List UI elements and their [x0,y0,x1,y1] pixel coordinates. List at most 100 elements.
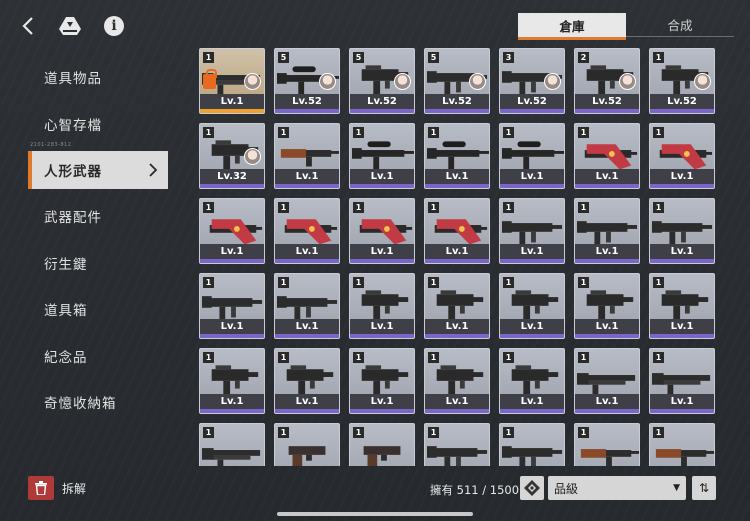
sort-dropdown[interactable]: 品級 ▼ [548,476,686,500]
rarity-bar [650,184,714,188]
weapon-card[interactable]: 1Lv.1 [499,123,565,189]
sidebar-item-label: 人形武器 [44,164,102,180]
weapon-card[interactable]: 1Lv.1 [649,423,715,466]
sidebar-item-label: 道具物品 [44,71,102,88]
weapon-card[interactable]: 2 Lv.52 [574,48,640,114]
sidebar-item-items[interactable]: 道具物品 [28,54,168,101]
info-button[interactable]: i [96,8,132,44]
tab-bar: 倉庫 合成 [518,13,734,40]
weapon-card[interactable]: 1Lv.1 [274,423,340,466]
back-button[interactable] [10,8,46,44]
weapon-card[interactable]: 1Lv.1 [349,198,415,264]
weapon-card[interactable]: 1Lv.1 [199,348,265,414]
weapon-card[interactable]: 1Lv.1 [649,348,715,414]
weapon-card[interactable]: 1 Lv.1 [424,348,490,414]
weapon-card[interactable]: 1 Lv.52 [649,48,715,114]
rarity-bar [200,109,264,113]
weapon-level: Lv.1 [350,244,414,259]
rarity-bar [650,259,714,263]
weapon-stack-count: 5 [428,52,439,63]
weapon-card[interactable]: 1Lv.1 [424,273,490,339]
weapon-card[interactable]: 5 Lv.52 [349,48,415,114]
weapon-card[interactable]: 1Lv.1 [499,348,565,414]
sidebar-item-item-boxes[interactable]: 道具箱 [28,286,168,333]
drive-button[interactable] [52,8,88,44]
weapon-card[interactable]: 1Lv.1 [574,198,640,264]
weapon-card[interactable]: 1Lv.1 [574,123,640,189]
weapon-stack-count: 1 [203,127,214,138]
rarity-bar [575,184,639,188]
weapon-level: Lv.52 [500,94,564,109]
sidebar-item-souvenirs[interactable]: 紀念品 [28,333,168,380]
weapon-card[interactable]: 1Lv.1 [649,123,715,189]
weapon-card[interactable]: 1Lv.1 [649,198,715,264]
sidebar-item-memory-storage[interactable]: 奇憶收納箱 [28,379,168,426]
weapon-card[interactable]: 1Lv.1 [274,348,340,414]
weapon-level: Lv.32 [200,169,264,184]
weapon-card[interactable]: 1Lv.1 [349,123,415,189]
weapon-card[interactable]: 1Lv.1 [499,423,565,466]
weapon-level: Lv.1 [575,169,639,184]
filter-button[interactable] [520,476,544,500]
dismantle-button[interactable] [28,476,54,500]
weapon-stack-count: 1 [203,277,214,288]
weapon-stack-count: 1 [653,52,664,63]
triangle-down-icon: ▼ [673,483,680,493]
weapon-stack-count: 1 [278,277,289,288]
tab-synthesis[interactable]: 合成 [626,13,734,37]
sidebar-item-weapon-attachments[interactable]: 武器配件 [28,193,168,240]
weapon-level: Lv.1 [350,394,414,409]
weapon-card[interactable]: 1Lv.1 [274,273,340,339]
weapon-level: Lv.1 [200,319,264,334]
weapon-card[interactable]: 1Lv.1 [199,423,265,466]
sort-order-button[interactable]: ⇅ [692,476,716,500]
weapon-card[interactable]: 1Lv.1 [424,198,490,264]
weapon-card[interactable]: 1Lv.1 [574,273,640,339]
weapon-card[interactable]: 1Lv.1 [349,348,415,414]
weapon-level: Lv.1 [275,394,339,409]
rarity-bar [350,109,414,113]
weapon-stack-count: 5 [353,52,364,63]
weapon-card[interactable]: 1Lv.1 [499,198,565,264]
weapon-card[interactable]: 5 Lv.52 [424,48,490,114]
weapon-card[interactable]: 3 Lv.52 [499,48,565,114]
rarity-bar [200,184,264,188]
sidebar-item-mind-archive[interactable]: 心智存檔 [28,101,168,148]
weapon-stack-count: 1 [503,202,514,213]
rarity-bar [200,409,264,413]
tab-warehouse[interactable]: 倉庫 [518,13,626,40]
weapon-level: Lv.1 [650,394,714,409]
weapon-card[interactable]: 1Lv.1 [574,348,640,414]
weapon-card[interactable]: 5 Lv.52 [274,48,340,114]
weapon-card[interactable]: 1Lv.1 [274,198,340,264]
weapon-level: Lv.1 [425,244,489,259]
weapon-card[interactable]: 1Lv.1 [574,423,640,466]
weapon-level: Lv.1 [425,169,489,184]
rarity-bar [500,184,564,188]
rarity-bar [425,109,489,113]
sidebar-item-doll-weapons[interactable]: 人形武器 [28,151,168,189]
rarity-bar [425,184,489,188]
weapon-stack-count: 1 [428,352,439,363]
dismantle-label[interactable]: 拆解 [62,480,86,497]
sidebar-item-derivative-keys[interactable]: 衍生鍵 [28,240,168,287]
weapon-card[interactable]: 1Lv.1 [424,423,490,466]
weapon-card[interactable]: 1Lv.1 [199,48,265,114]
weapon-stack-count: 1 [278,202,289,213]
weapon-card[interactable]: 1Lv.1 [274,123,340,189]
weapon-card[interactable]: 1 Lv.1 [199,273,265,339]
weapon-card[interactable]: 1Lv.1 [349,423,415,466]
weapon-level: Lv.1 [425,394,489,409]
weapon-card[interactable]: 1 Lv.32 [199,123,265,189]
weapon-stack-count: 1 [578,352,589,363]
weapon-card[interactable]: 1Lv.1 [424,123,490,189]
weapon-card[interactable]: 1Lv.1 [349,273,415,339]
weapon-card[interactable]: 1Lv.1 [199,198,265,264]
weapon-card[interactable]: 1Lv.1 [649,273,715,339]
weapon-stack-count: 1 [503,352,514,363]
weapon-level: Lv.1 [350,319,414,334]
weapon-card[interactable]: 1Lv.1 [499,273,565,339]
rarity-bar [650,334,714,338]
rarity-bar [575,259,639,263]
lock-icon [203,69,217,89]
